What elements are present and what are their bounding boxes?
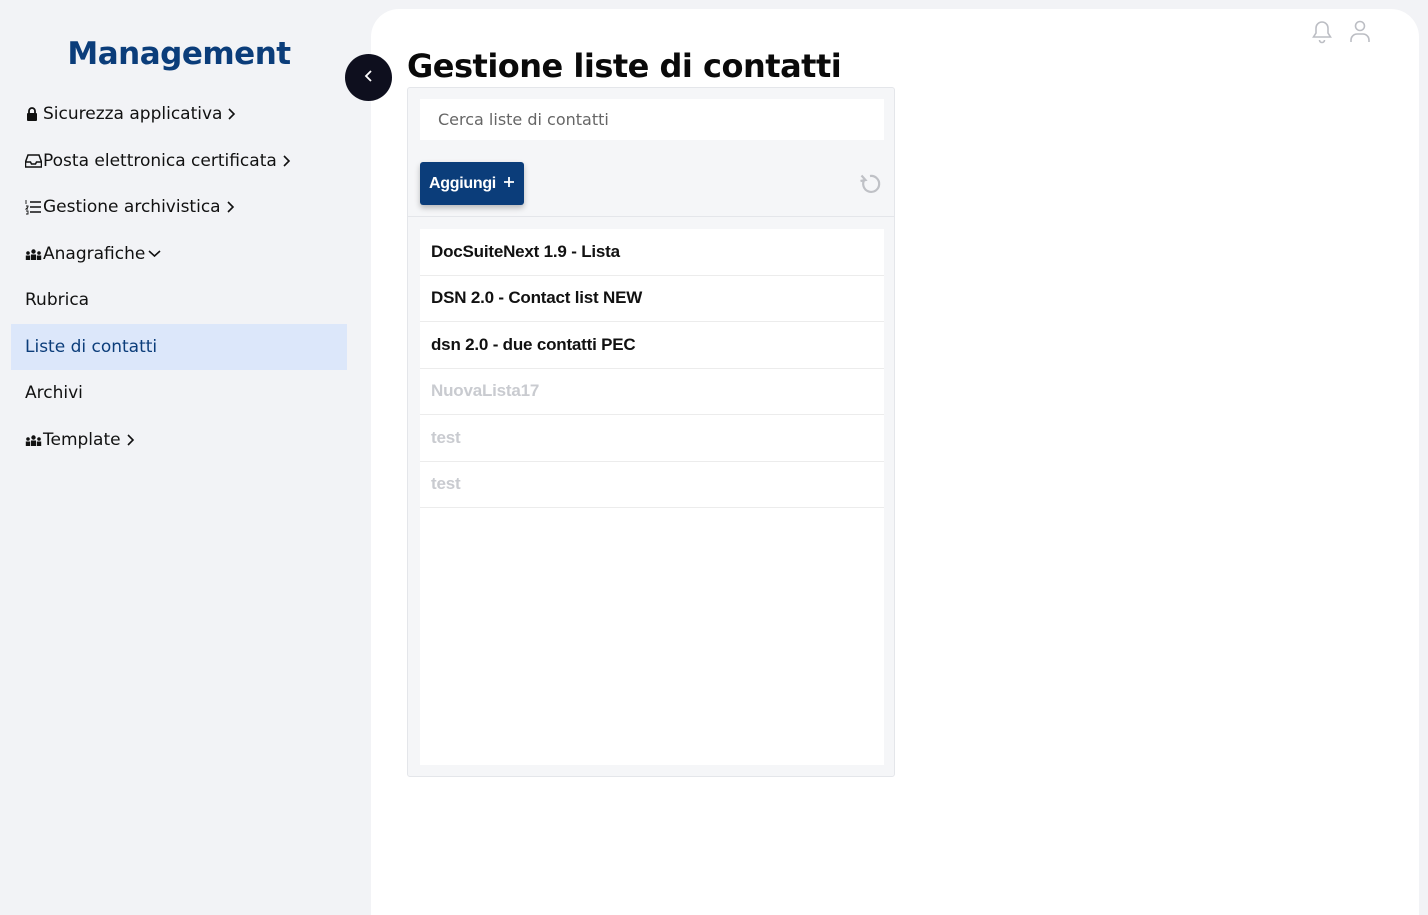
contact-lists-card: Aggiungi DocSuiteNext 1.9 - Lista DSN 2.… [407,87,895,777]
list-item[interactable]: dsn 2.0 - due contatti PEC [420,322,884,369]
sidebar-item-sicurezza-applicativa[interactable]: Sicurezza applicativa [11,91,347,138]
people-icon [25,432,43,448]
list-ordered-icon [25,199,43,215]
sidebar: Management Sicurezza applicativa Posta e… [0,0,371,915]
sidebar-item-label: Sicurezza applicativa [43,104,223,125]
page-title: Gestione liste di contatti [407,47,842,85]
header-actions [1309,19,1373,45]
sidebar-item-label: Template [43,429,121,450]
sidebar-item-gestione-archivistica[interactable]: Gestione archivistica [11,184,347,231]
sidebar-item-label: Posta elettronica certificata [43,150,277,171]
plus-icon [503,175,515,193]
sidebar-item-rubrica[interactable]: Rubrica [11,277,347,324]
chevron-left-icon [364,68,374,87]
bell-icon[interactable] [1309,19,1335,45]
chevron-down-icon [148,249,161,258]
list-item[interactable]: test [420,415,884,462]
lock-icon [25,106,43,122]
sidebar-item-liste-di-contatti[interactable]: Liste di contatti [11,323,347,370]
sidebar-item-label: Liste di contatti [25,336,158,357]
sidebar-item-label: Anagrafiche [43,243,146,264]
chevron-right-icon [282,155,291,167]
collapse-sidebar-button[interactable] [345,54,392,101]
sidebar-item-anagrafiche[interactable]: Anagrafiche [11,231,347,278]
sidebar-item-label: Rubrica [25,290,90,311]
inbox-icon [25,153,43,169]
main-panel: Gestione liste di contatti Aggiungi DocS… [371,9,1419,915]
add-button-label: Aggiungi [429,174,496,192]
add-button[interactable]: Aggiungi [420,162,524,205]
user-icon[interactable] [1347,19,1373,45]
chevron-right-icon [126,434,135,446]
sidebar-nav: Sicurezza applicativa Posta elettronica … [11,91,347,463]
brand-title: Management [67,36,291,72]
sidebar-item-label: Archivi [25,383,83,404]
sidebar-item-posta-elettronica[interactable]: Posta elettronica certificata [11,138,347,185]
contact-list: DocSuiteNext 1.9 - Lista DSN 2.0 - Conta… [420,229,884,765]
chevron-right-icon [227,108,236,120]
list-item[interactable]: DSN 2.0 - Contact list NEW [420,276,884,322]
list-item[interactable]: NuovaLista17 [420,369,884,415]
refresh-icon[interactable] [858,172,882,196]
sidebar-item-label: Gestione archivistica [43,197,221,218]
list-item[interactable]: DocSuiteNext 1.9 - Lista [420,229,884,276]
people-icon [25,246,43,262]
list-item[interactable]: test [420,462,884,508]
search-input[interactable] [420,99,884,140]
divider [408,216,894,217]
chevron-right-icon [226,201,235,213]
sidebar-item-archivi[interactable]: Archivi [11,370,347,417]
sidebar-item-template[interactable]: Template [11,417,347,464]
